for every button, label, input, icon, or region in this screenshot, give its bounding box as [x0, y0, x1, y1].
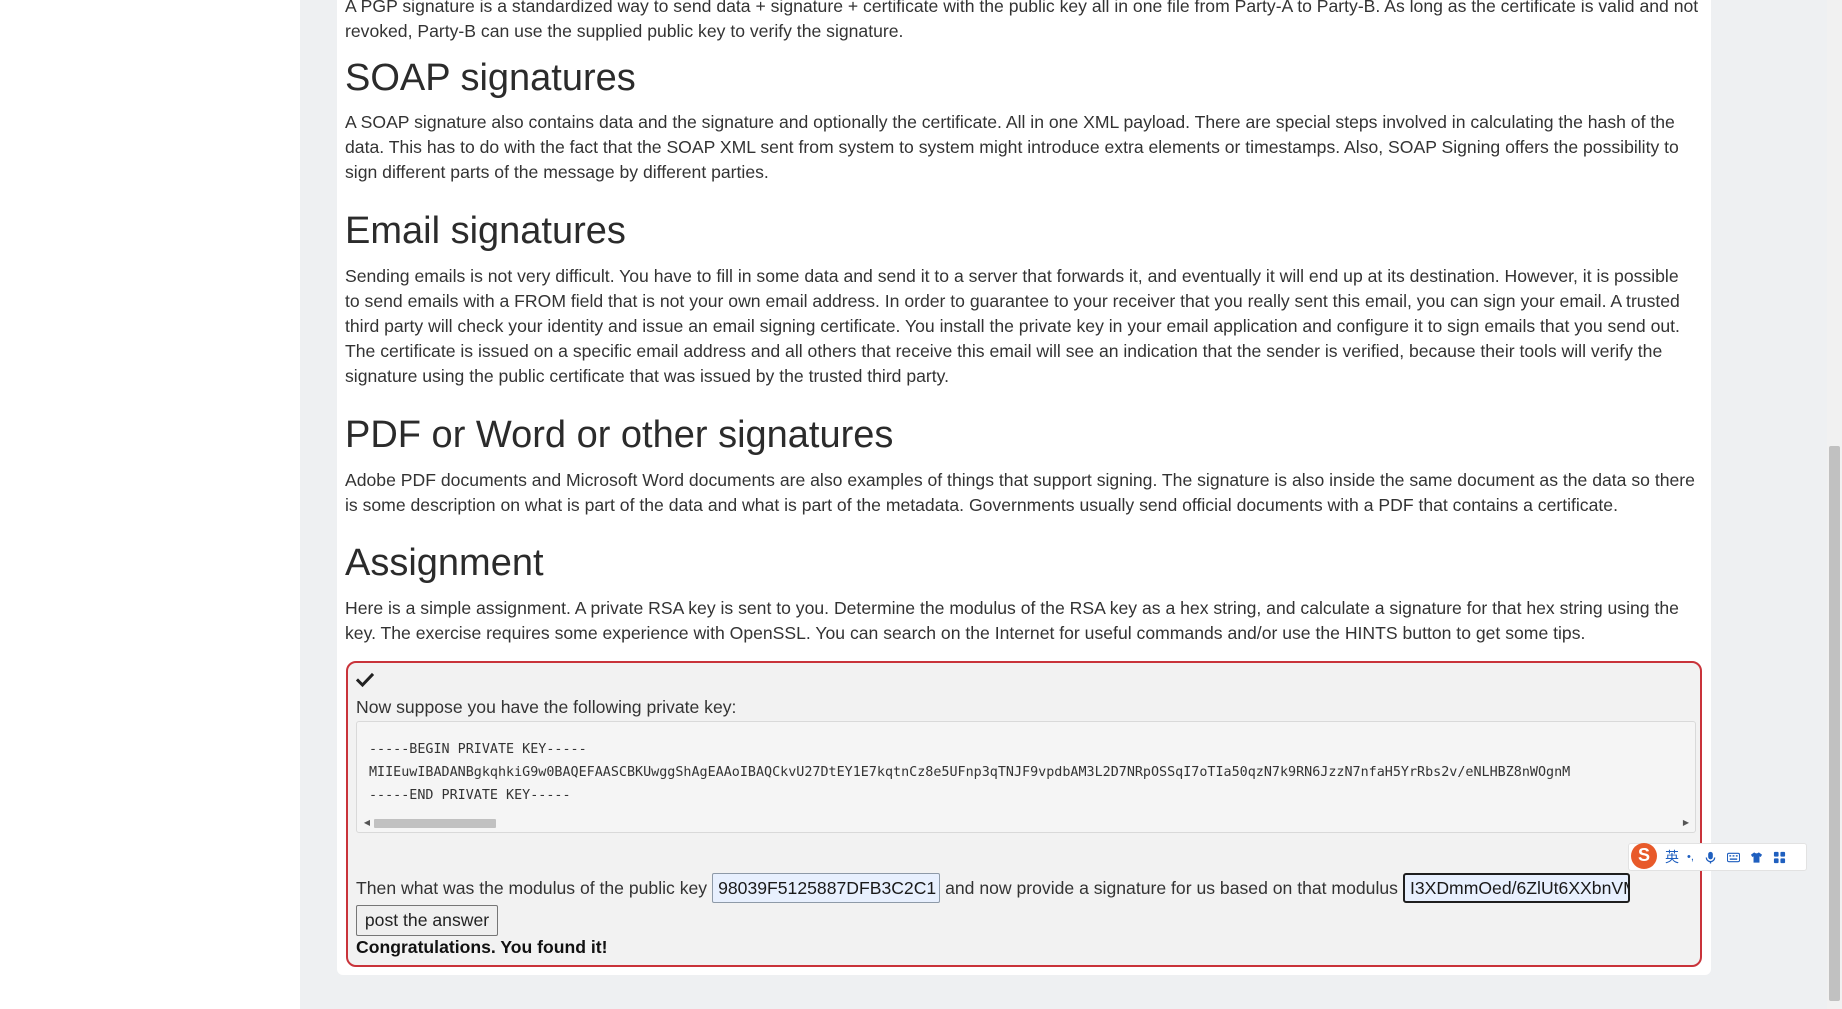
- key-begin-line: -----BEGIN PRIVATE KEY-----: [369, 742, 587, 757]
- modulus-question-label: Then what was the modulus of the public …: [356, 877, 708, 898]
- ime-punctuation-toggle[interactable]: •,: [1687, 851, 1694, 863]
- ime-language-toggle[interactable]: 英: [1665, 847, 1679, 867]
- checkmark-icon: [356, 672, 374, 688]
- assignment-form: Now suppose you have the following priva…: [346, 661, 1702, 967]
- modulus-input[interactable]: 98039F5125887DFB3C2C1: [712, 873, 941, 903]
- private-key-text: -----BEGIN PRIVATE KEY----- MIIEuwIBADANB…: [369, 738, 1694, 807]
- skin-shirt-icon[interactable]: [1750, 851, 1763, 864]
- signature-question-label: and now provide a signature for us based…: [945, 877, 1398, 898]
- paragraph-email-signatures: Sending emails is not very difficult. Yo…: [345, 266, 1680, 386]
- scroll-right-icon[interactable]: ▶: [1681, 818, 1691, 828]
- scroll-left-icon[interactable]: ◀: [362, 818, 372, 828]
- heading-pdf-signatures: PDF or Word or other signatures: [345, 414, 894, 456]
- heading-soap-signatures: SOAP signatures: [345, 57, 636, 99]
- success-message: Congratulations. You found it!: [356, 937, 608, 957]
- private-key-intro: Now suppose you have the following priva…: [356, 697, 737, 717]
- ime-toolbar: S 英 •,: [1628, 842, 1807, 871]
- toolbox-grid-icon[interactable]: [1773, 851, 1786, 864]
- vertical-scrollbar[interactable]: [1827, 0, 1842, 1009]
- private-key-block[interactable]: -----BEGIN PRIVATE KEY----- MIIEuwIBADANB…: [356, 721, 1696, 833]
- post-answer-button[interactable]: post the answer: [356, 905, 498, 936]
- signature-input[interactable]: I3XDmmOed/6ZlUt6XXbnVM: [1402, 873, 1630, 903]
- intro-partial-line-2: revoked, Party-B can use the supplied pu…: [345, 21, 904, 41]
- intro-partial-paragraph: A PGP signature is a standardized way to…: [345, 0, 1700, 44]
- key-body-line: MIIEuwIBADANBgkqhkiG9w0BAQEFAASCBKUwggSh…: [369, 765, 1571, 780]
- horizontal-scroll-thumb[interactable]: [374, 819, 496, 828]
- paragraph-pdf-signatures: Adobe PDF documents and Microsoft Word d…: [345, 470, 1695, 515]
- ime-logo-icon[interactable]: S: [1631, 842, 1657, 869]
- paragraph-soap-signatures: A SOAP signature also contains data and …: [345, 112, 1679, 182]
- key-end-line: -----END PRIVATE KEY-----: [369, 788, 571, 803]
- left-margin: [0, 0, 300, 1009]
- vertical-scroll-thumb[interactable]: [1829, 446, 1840, 1001]
- heading-assignment: Assignment: [345, 542, 544, 584]
- horizontal-scrollbar[interactable]: ◀ ▶: [360, 816, 1693, 830]
- intro-partial-line-1: A PGP signature is a standardized way to…: [345, 0, 1699, 16]
- answer-row: Then what was the modulus of the public …: [356, 872, 1630, 904]
- microphone-icon[interactable]: [1704, 851, 1717, 864]
- heading-email-signatures: Email signatures: [345, 210, 626, 252]
- keyboard-icon[interactable]: [1726, 851, 1740, 864]
- paragraph-assignment: Here is a simple assignment. A private R…: [345, 598, 1679, 643]
